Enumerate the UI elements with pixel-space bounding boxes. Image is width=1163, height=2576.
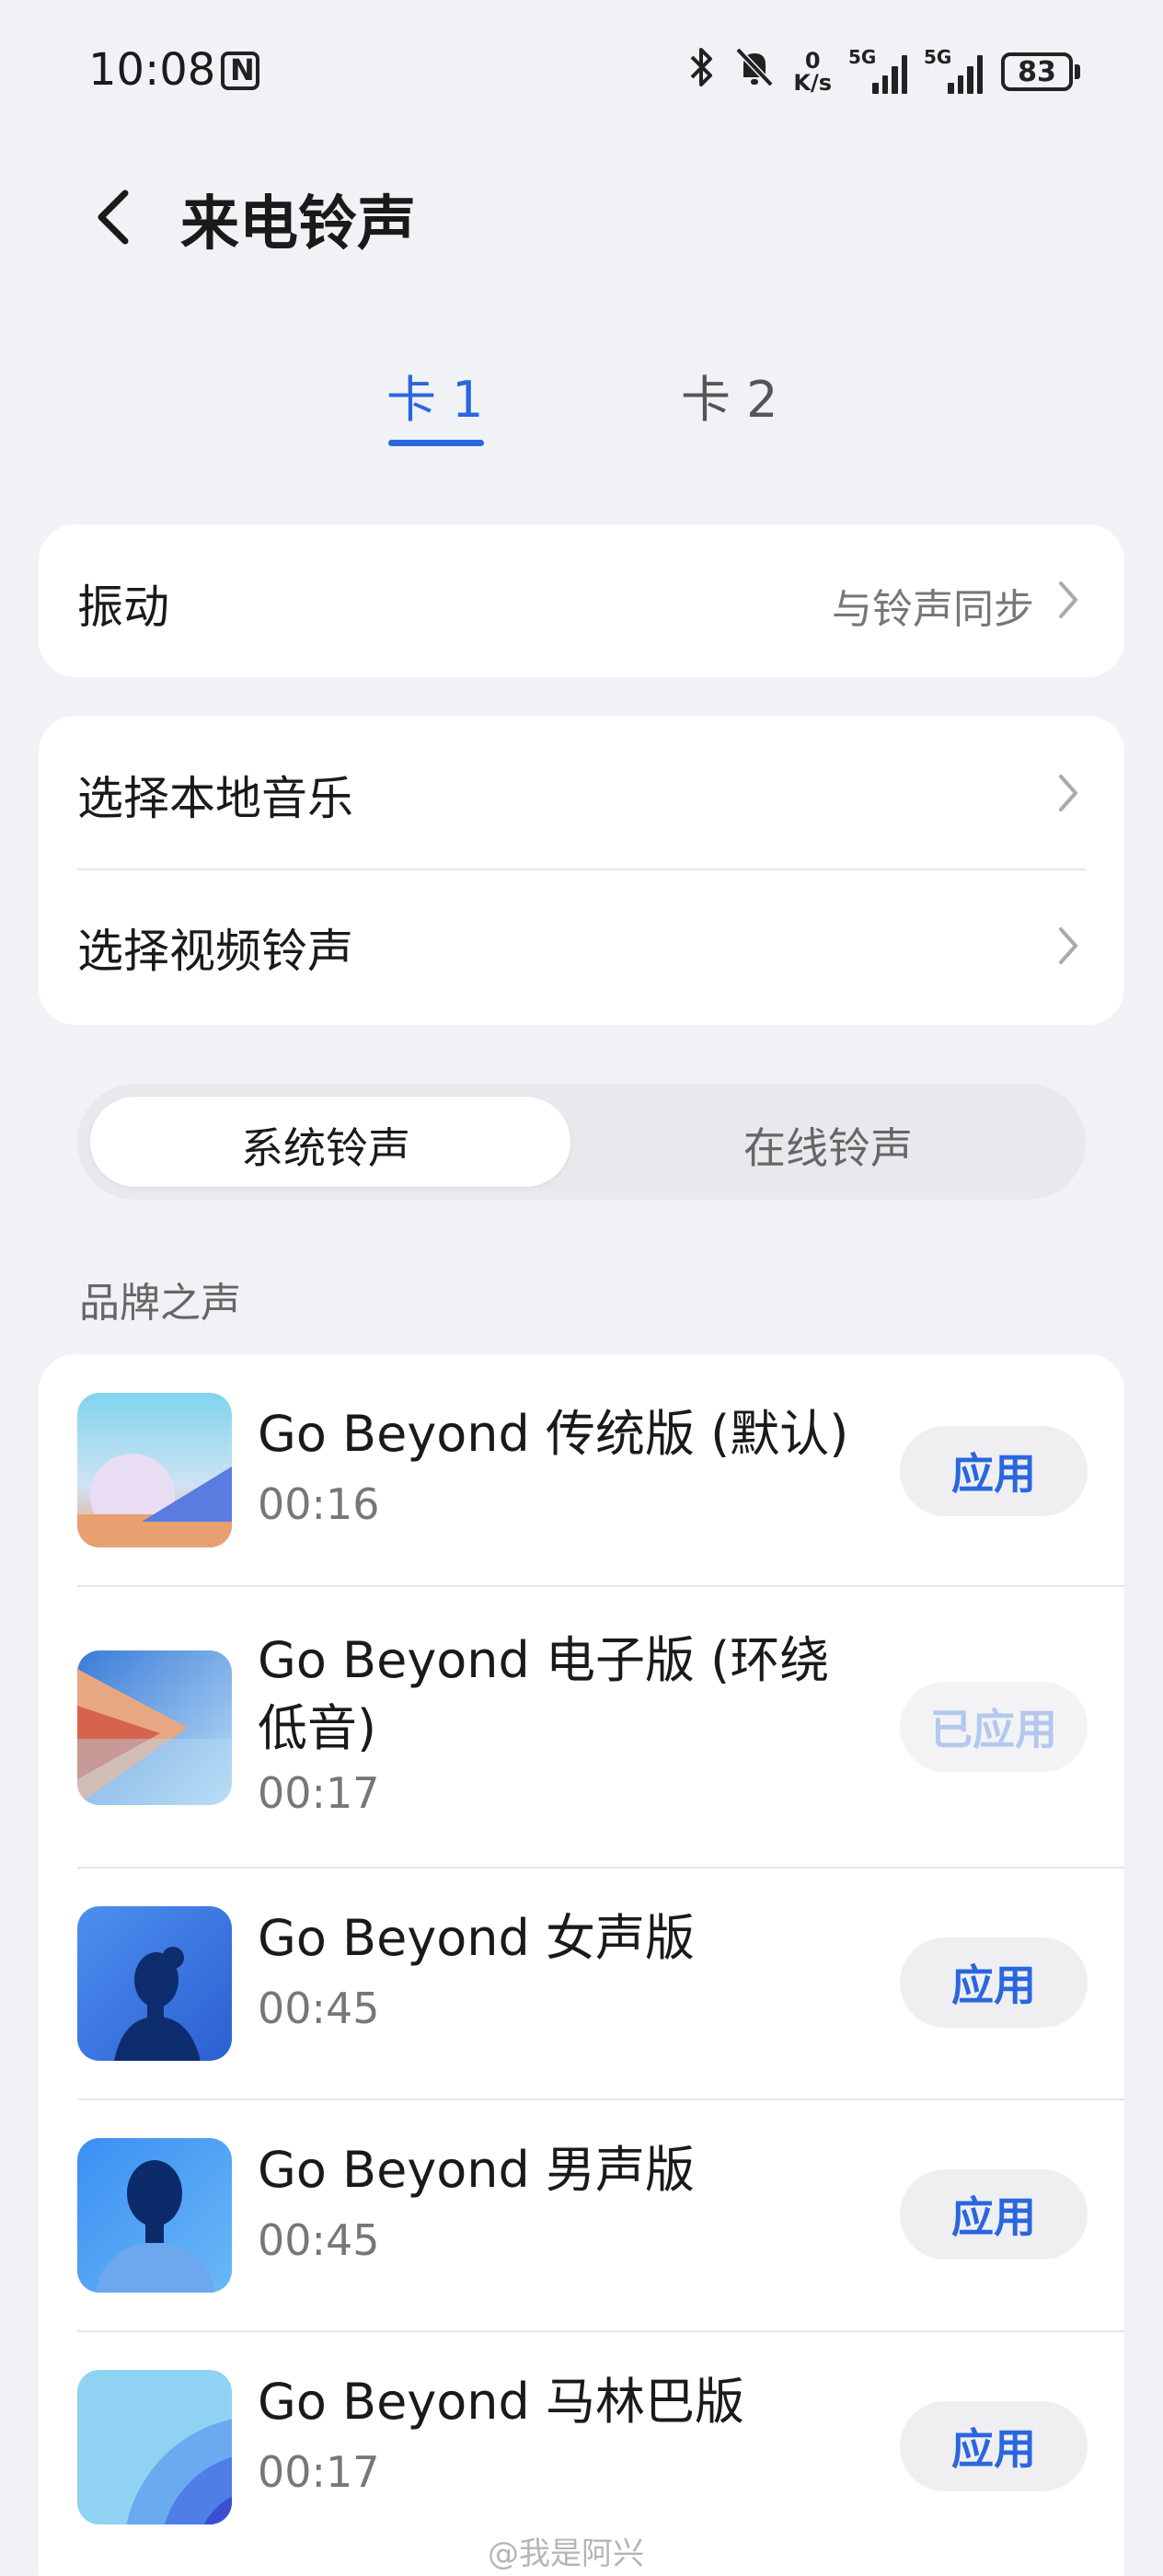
battery-level: 83 [1001, 52, 1073, 91]
applied-button[interactable]: 已应用 [900, 1682, 1088, 1772]
ringtone-title: Go Beyond 马林巴版 [258, 2373, 744, 2431]
vibration-value: 与铃声同步 [832, 586, 1034, 633]
ringtone-artwork [77, 2370, 232, 2524]
apply-button[interactable]: 应用 [900, 1426, 1088, 1516]
segment-system-label[interactable]: 系统铃声 [241, 1115, 410, 1176]
ringtone-settings-page: 10:08 0 K/s 5G 5G [0, 0, 1163, 2576]
mute-bell-icon [734, 46, 775, 98]
ringtone-item[interactable]: Go Beyond 男声版 00:45 应用 [39, 2099, 1124, 2331]
ringtone-title: Go Beyond 传统版 (默认) [258, 1405, 849, 1463]
back-arrow-icon[interactable] [88, 180, 144, 254]
ringtone-artwork [77, 1906, 232, 2061]
chevron-right-icon [1056, 578, 1080, 622]
nfc-icon [221, 52, 259, 90]
signal2-label: 5G [924, 46, 952, 68]
ringtone-source-segmented: 系统铃声 在线铃声 [77, 1084, 1086, 1200]
ringtone-duration: 00:17 [258, 2447, 380, 2497]
ringtone-list: Go Beyond 传统版 (默认) 00:16 应用 Go Beyond 电子… [39, 1354, 1124, 2576]
ringtone-item[interactable]: Go Beyond 传统版 (默认) 00:16 应用 [39, 1354, 1124, 1586]
local-music-label: 选择本地音乐 [77, 772, 353, 825]
ringtone-item[interactable]: Go Beyond 女声版 00:45 应用 [39, 1868, 1124, 2099]
bluetooth-icon [688, 46, 716, 98]
signal-icon-sim1: 5G [848, 46, 907, 94]
sim-tabs: 卡 1 卡 2 [0, 359, 1163, 460]
local-music-row[interactable]: 选择本地音乐 [39, 716, 1124, 870]
ringtone-duration: 00:45 [258, 1984, 380, 2033]
music-options-card: 选择本地音乐 选择视频铃声 [39, 716, 1124, 1025]
status-icons: 0 K/s 5G 5G 83 [688, 44, 1080, 99]
apply-button[interactable]: 应用 [900, 2401, 1088, 2491]
tab-active-indicator [388, 440, 484, 446]
segment-online-ringtones[interactable]: 在线铃声 [743, 1115, 913, 1176]
ringtone-artwork [77, 1650, 232, 1805]
chevron-right-icon [1056, 924, 1080, 968]
network-speed: 0 K/s [793, 50, 832, 94]
ringtone-artwork [77, 1393, 232, 1547]
ringtone-artwork [77, 2138, 232, 2293]
tab-sim1[interactable]: 卡 1 [386, 359, 484, 431]
signal-icon-sim2: 5G [924, 46, 983, 94]
watermark: @我是阿兴 [488, 2536, 644, 2572]
signal1-label: 5G [848, 46, 877, 68]
ringtone-duration: 00:17 [258, 1768, 380, 1818]
vibration-row[interactable]: 振动 与铃声同步 [39, 524, 1124, 677]
ringtone-duration: 00:16 [258, 1479, 380, 1529]
status-time: 10:08 [88, 44, 216, 96]
tab-sim2[interactable]: 卡 2 [681, 359, 778, 431]
video-ringtone-row[interactable]: 选择视频铃声 [39, 870, 1124, 1025]
battery-icon: 83 [1001, 52, 1080, 91]
page-title: 来电铃声 [180, 190, 416, 259]
vibration-label: 振动 [77, 581, 169, 634]
ringtone-duration: 00:45 [258, 2215, 380, 2265]
network-speed-unit: K/s [793, 70, 832, 96]
ringtone-title: Go Beyond 电子版 (环绕低音) [258, 1631, 830, 1757]
apply-button[interactable]: 应用 [900, 2169, 1088, 2260]
network-speed-value: 0 [804, 48, 821, 74]
chevron-right-icon [1056, 771, 1080, 815]
ringtone-title: Go Beyond 男声版 [258, 2141, 695, 2199]
ringtone-title: Go Beyond 女声版 [258, 1909, 695, 1967]
video-ringtone-label: 选择视频铃声 [77, 925, 353, 978]
status-bar: 10:08 0 K/s 5G 5G [0, 0, 1163, 147]
ringtone-item[interactable]: Go Beyond 电子版 (环绕低音) 00:17 已应用 [39, 1586, 1124, 1868]
section-title: 品牌之声 [79, 1280, 241, 1327]
apply-button[interactable]: 应用 [900, 1938, 1088, 2028]
